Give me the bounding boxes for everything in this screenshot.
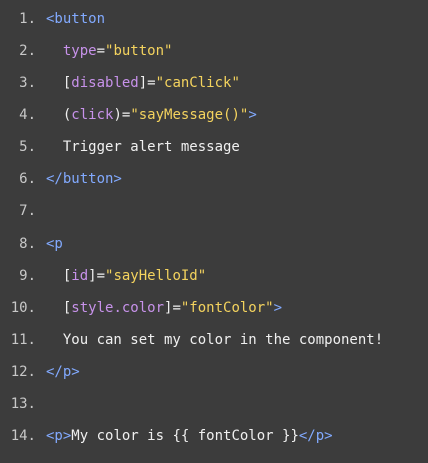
line-code: </button> — [46, 168, 122, 190]
code-line: 11. You can set my color in the componen… — [0, 329, 383, 351]
line-number: 13. — [10, 396, 36, 412]
code-token-str: "canClick" — [155, 75, 240, 91]
line-number: 4. — [19, 107, 36, 124]
line-code: [disabled]="canClick" — [46, 72, 240, 94]
line-number: 9. — [19, 267, 36, 284]
code-token-tag: <button — [46, 10, 106, 27]
code-token-punct: ]= — [164, 299, 181, 316]
line-code: </p> — [46, 361, 80, 383]
code-token-tag: > — [273, 299, 283, 316]
code-token-str: "sayMessage()" — [130, 107, 249, 124]
code-line: 12. </p> — [0, 361, 80, 383]
code-token-tag: <p> — [46, 428, 72, 445]
code-token-tag: > — [248, 107, 257, 124]
code-line: 5. Trigger alert message — [0, 136, 240, 158]
line-code: type="button" — [46, 40, 173, 62]
line-number: 5. — [19, 139, 36, 156]
line-code: [style.color]="fontColor"> — [46, 297, 282, 319]
code-line: 2. type="button" — [0, 40, 172, 62]
code-token-str: "sayHelloId" — [105, 267, 207, 284]
code-token-attr: click — [71, 107, 114, 124]
code-token-text: You can set my color in the component! — [46, 331, 384, 348]
code-token-tag: </p> — [46, 363, 80, 380]
line-code: <button — [46, 8, 105, 30]
code-line: 4. (click)="sayMessage()"> — [0, 104, 257, 126]
code-token-text: Trigger alert message — [46, 139, 240, 156]
code-line: 9. [id]="sayHelloId" — [0, 265, 206, 287]
code-line: 8. <p — [0, 233, 63, 255]
line-number: 11. — [10, 331, 36, 348]
line-code: [id]="sayHelloId" — [46, 265, 206, 287]
line-number: 10. — [10, 299, 36, 316]
code-token-tag: </button> — [46, 171, 122, 188]
code-line: 1. <button — [0, 8, 105, 30]
line-code: You can set my color in the component! — [46, 329, 383, 351]
line-number: 12. — [10, 363, 36, 380]
code-token-punct: )= — [113, 107, 131, 124]
code-line: 10. [style.color]="fontColor"> — [0, 297, 282, 319]
line-number: 7. — [19, 203, 36, 220]
code-line: 6. </button> — [0, 168, 122, 190]
line-code: <p — [46, 233, 63, 255]
line-code: (click)="sayMessage()"> — [46, 104, 257, 126]
line-code: <p>My color is {{ fontColor }}</p> — [46, 425, 333, 447]
line-number: 2. — [19, 42, 36, 59]
line-number: 3. — [19, 75, 36, 91]
code-view: 1. <button 2. type="button" 3. [disabled]="… — [0, 0, 428, 463]
line-number: 6. — [19, 171, 36, 188]
code-line: 7. — [0, 200, 46, 222]
line-number: 8. — [19, 235, 36, 252]
code-token-punct: ]= — [88, 267, 106, 284]
code-token-attr: id — [71, 267, 89, 284]
code-token-attr: type — [62, 42, 97, 59]
code-token-str: "button" — [105, 42, 173, 59]
code-token-punct: = — [96, 42, 106, 59]
code-line: 13. — [0, 393, 46, 415]
code-line: 14. <p>My color is {{ fontColor }}</p> — [0, 425, 333, 447]
code-token-text: My color is {{ fontColor }} — [71, 428, 299, 445]
line-number: 1. — [19, 10, 36, 27]
code-token-punct: ]= — [138, 75, 156, 91]
code-line: 3. [disabled]="canClick" — [0, 72, 240, 94]
code-token-tag: <p — [46, 235, 63, 252]
line-code: Trigger alert message — [46, 136, 240, 158]
line-number: 14. — [10, 428, 36, 445]
code-token-attr: style.color — [71, 299, 165, 316]
code-token-tag: </p> — [298, 428, 333, 445]
code-token-attr: disabled — [71, 75, 139, 91]
code-token-str: "fontColor" — [180, 299, 274, 316]
